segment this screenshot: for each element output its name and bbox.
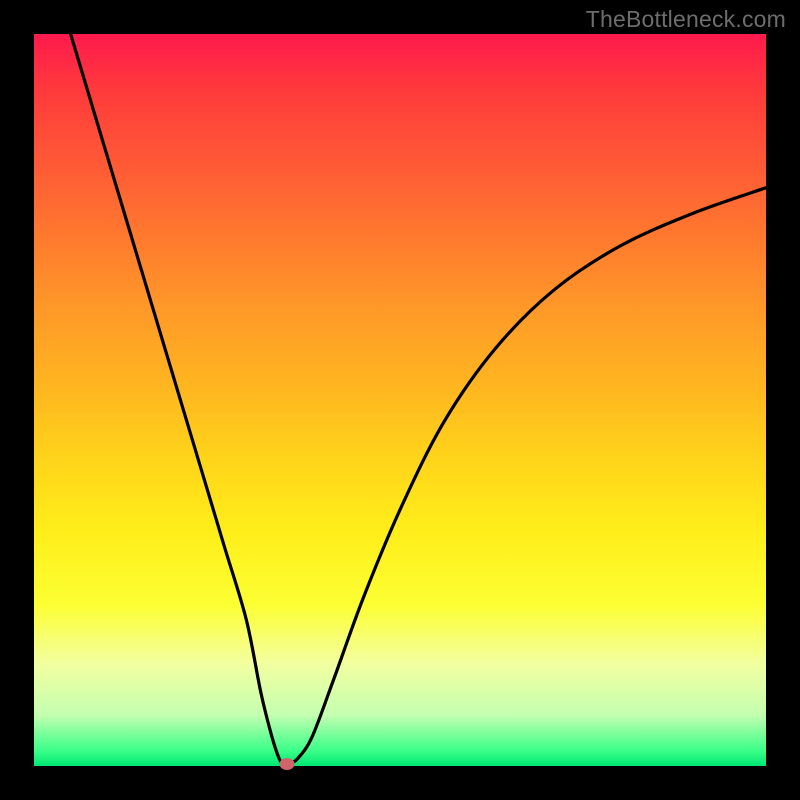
chart-frame: TheBottleneck.com: [0, 0, 800, 800]
curve-svg: [34, 34, 766, 766]
watermark-text: TheBottleneck.com: [586, 6, 786, 33]
bottleneck-curve: [71, 34, 766, 763]
plot-area: [34, 34, 766, 766]
optimum-marker: [279, 758, 294, 770]
